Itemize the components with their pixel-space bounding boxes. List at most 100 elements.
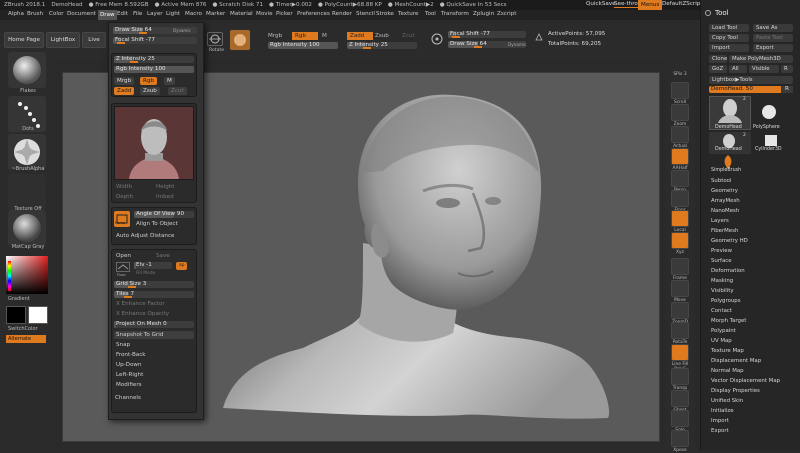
x-enhance-opacity-control[interactable]: X Enhance Opacity: [116, 311, 169, 317]
width-control[interactable]: Width: [116, 184, 132, 190]
grid-size-slider[interactable]: Grid Size 3: [114, 281, 194, 288]
subpalette-nanomesh[interactable]: NanoMesh: [711, 208, 739, 214]
shelf-xpose-button[interactable]: [671, 430, 689, 447]
ap-toggle[interactable]: ap: [176, 262, 188, 270]
menu-tool[interactable]: Tool: [425, 11, 436, 17]
zsub-toggle[interactable]: Zsub: [375, 32, 389, 40]
shelf-frame-button[interactable]: [671, 258, 689, 275]
save-button[interactable]: Save: [156, 253, 170, 259]
subpalette-masking[interactable]: Masking: [711, 278, 733, 284]
tool-thumb-cylinder[interactable]: [761, 132, 781, 148]
subpalette-geometry[interactable]: Geometry: [711, 188, 738, 194]
subpalette-morph-target[interactable]: Morph Target: [711, 318, 746, 324]
left-right-button[interactable]: Left-Right: [116, 372, 143, 378]
goz-button[interactable]: GoZ: [709, 65, 727, 73]
subpalette-preview[interactable]: Preview: [711, 248, 732, 254]
z-intensity-slider[interactable]: Z Intensity 25: [347, 42, 417, 49]
shelf-zoom-button[interactable]: [671, 104, 689, 121]
menu-alpha[interactable]: Alpha: [8, 11, 24, 17]
all-button[interactable]: All: [729, 65, 747, 73]
focal-shift-slider[interactable]: Focal Shift -77: [448, 31, 526, 38]
r-button[interactable]: R: [781, 65, 793, 73]
menu-dynamic-toggle[interactable]: Dynamic: [173, 28, 191, 33]
import-tool-button[interactable]: Import: [709, 44, 749, 52]
rgb-toggle[interactable]: Rgb: [292, 32, 318, 40]
rotate-button[interactable]: [207, 32, 223, 46]
align-to-object-button[interactable]: Align To Object: [136, 221, 178, 227]
shelf-persp-button[interactable]: [671, 170, 689, 187]
menu-focal-shift-slider[interactable]: Focal Shift -77: [113, 37, 197, 44]
menu-light[interactable]: Light: [166, 11, 180, 17]
menu-layer[interactable]: Layer: [147, 11, 163, 17]
channels-button[interactable]: Channels: [115, 395, 141, 401]
color-picker[interactable]: [6, 256, 48, 294]
depth-control[interactable]: Depth: [116, 194, 133, 200]
zadd-toggle[interactable]: Zadd: [347, 32, 373, 40]
menu-macro[interactable]: Macro: [185, 11, 202, 17]
menu-picker[interactable]: Picker: [276, 11, 293, 17]
menu-zplugin[interactable]: Zplugin: [473, 11, 494, 17]
shelf-zoomd-button[interactable]: [671, 302, 689, 319]
menu-edit[interactable]: Edit: [117, 11, 128, 17]
project-on-mesh-slider[interactable]: Project On Mesh 0: [114, 321, 194, 328]
subpalette-texture-map[interactable]: Texture Map: [711, 348, 744, 354]
shelf-local-button[interactable]: [671, 210, 689, 227]
r-slider-toggle[interactable]: R: [781, 86, 793, 93]
menu-file[interactable]: File: [133, 11, 142, 17]
rgb-intensity-slider[interactable]: Rgb Intensity 100: [268, 42, 338, 49]
lightbox-button[interactable]: LightBox: [46, 32, 80, 48]
menu-render[interactable]: Render: [332, 11, 352, 17]
fill-mode-control[interactable]: Fill Mode: [136, 271, 155, 276]
zcut-toggle[interactable]: Zcut: [402, 32, 415, 40]
mrgb-toggle[interactable]: Mrgb: [268, 32, 282, 40]
menu-material[interactable]: Material: [230, 11, 253, 17]
subpalette-arraymesh[interactable]: ArrayMesh: [711, 198, 740, 204]
switch-color-button[interactable]: SwitchColor: [8, 326, 38, 332]
menu-rgb-toggle[interactable]: Rgb: [140, 77, 157, 85]
subpalette-polypaint[interactable]: Polypaint: [711, 328, 736, 334]
matcap-thumbnail[interactable]: [8, 210, 46, 246]
copy-tool-button[interactable]: Copy Tool: [709, 34, 749, 42]
live-boolean-button[interactable]: Live: [82, 32, 106, 48]
menu-z-intensity-slider[interactable]: Z Intensity 25: [114, 56, 194, 63]
alpha-thumbnail[interactable]: [8, 134, 46, 170]
up-down-button[interactable]: Up-Down: [116, 362, 142, 368]
subpalette-polygroups[interactable]: Polygroups: [711, 298, 741, 304]
menu-draw[interactable]: Draw: [98, 10, 117, 20]
subpalette-normal-map[interactable]: Normal Map: [711, 368, 744, 374]
snap-button[interactable]: Snap: [116, 342, 130, 348]
menu-color[interactable]: Color: [49, 11, 64, 17]
menu-zsub-toggle[interactable]: Zsub: [140, 87, 160, 95]
menu-zcut-toggle[interactable]: Zcut: [168, 87, 187, 95]
subpalette-layers[interactable]: Layers: [711, 218, 729, 224]
subpalette-contact[interactable]: Contact: [711, 308, 732, 314]
imbed-control[interactable]: Imbed: [156, 194, 174, 200]
subpalette-geometry-hd[interactable]: Geometry HD: [711, 238, 748, 244]
brush-thumbnail[interactable]: [8, 52, 46, 88]
front-view-preview[interactable]: [114, 106, 194, 180]
front-back-button[interactable]: Front-Back: [116, 352, 146, 358]
subpalette-fibermesh[interactable]: FiberMesh: [711, 228, 738, 234]
menu-zscript[interactable]: Zscript: [497, 11, 516, 17]
shelf-solo-button[interactable]: [671, 410, 689, 427]
auto-adjust-distance-button[interactable]: Auto Adjust Distance: [116, 233, 175, 239]
menu-rgb-intensity-slider[interactable]: Rgb Intensity 100: [114, 66, 194, 73]
menu-marker[interactable]: Marker: [206, 11, 225, 17]
menu-zadd-toggle[interactable]: Zadd: [114, 87, 135, 95]
paste-tool-button[interactable]: Paste Tool: [753, 34, 793, 42]
texture-thumbnail[interactable]: [8, 174, 46, 210]
shelf-rotate-button[interactable]: [671, 322, 689, 339]
menu-transform[interactable]: Transform: [441, 11, 469, 17]
dynamic-toggle[interactable]: Dynamic: [508, 42, 526, 47]
shelf-move-button[interactable]: [671, 280, 689, 297]
load-tool-button[interactable]: Load Tool: [709, 24, 749, 32]
shelf-scroll-button[interactable]: [671, 82, 689, 99]
tiles-slider[interactable]: Tiles 7: [114, 291, 194, 298]
visible-button[interactable]: Visible: [749, 65, 779, 73]
open-button[interactable]: Open: [116, 253, 131, 259]
quicksave-button[interactable]: QuickSave: [586, 1, 616, 7]
shelf-line-fill-polyf-button[interactable]: [671, 344, 689, 361]
subpalette-initialize[interactable]: Initialize: [711, 408, 734, 414]
secondary-color-swatch[interactable]: [28, 306, 48, 324]
hue-strip[interactable]: [8, 261, 11, 291]
